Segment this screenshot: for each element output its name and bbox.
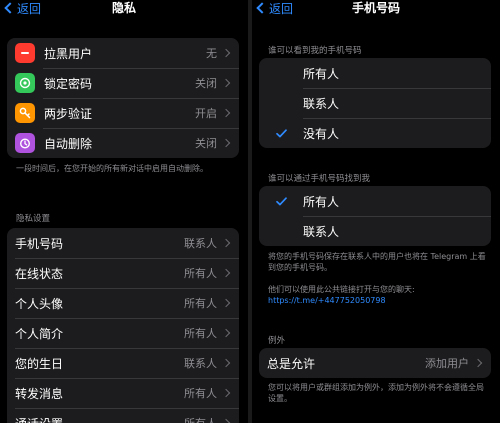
checkmark-icon [259, 128, 303, 138]
row-value: 所有人 [184, 415, 217, 423]
row-value: 联系人 [184, 237, 217, 250]
row-value: 所有人 [184, 267, 217, 280]
option-contacts[interactable]: 联系人 [259, 88, 491, 118]
row-phone-number[interactable]: 手机号码 联系人 [7, 228, 239, 258]
chevron-right-icon [221, 48, 231, 58]
option-label: 联系人 [303, 224, 340, 239]
row-label: 在线状态 [15, 266, 64, 281]
row-value: 无 [206, 47, 217, 60]
chevron-right-icon [221, 238, 231, 248]
privacy-settings-group: 手机号码 联系人 在线状态 所有人 个人头像 所有人 个人简介 所有人 您的生日… [7, 228, 239, 423]
row-value: 添加用户 [425, 357, 469, 370]
chevron-right-icon [473, 358, 483, 368]
chevron-right-icon [221, 418, 231, 423]
page-title: 手机号码 [351, 1, 400, 15]
phone-number-screen: 返回 手机号码 谁可以看到我的手机号码 所有人 联系人 没有人 谁可以通过手机号… [252, 0, 500, 423]
row-label: 个人简介 [15, 326, 64, 341]
option-everybody[interactable]: 所有人 [259, 58, 491, 88]
security-group: 拉黑用户 无 锁定密码 关闭 两步验证 开启 自动删除 关闭 [7, 38, 239, 158]
row-auto-delete[interactable]: 自动删除 关闭 [7, 128, 239, 158]
row-label: 通话设置 [7, 415, 184, 423]
row-value: 所有人 [184, 387, 217, 400]
who-can-see-header: 谁可以看到我的手机号码 [268, 46, 362, 56]
row-label: 手机号码 [15, 236, 64, 251]
find-by-number-note: 将您的手机号码保存在联系人中的用户也将在 Telegram 上看到您的手机号码。 [268, 252, 486, 272]
row-bio[interactable]: 个人简介 所有人 [7, 318, 239, 348]
row-label: 锁定密码 [44, 76, 93, 91]
exceptions-header: 例外 [268, 336, 286, 346]
timer-icon [15, 133, 35, 153]
page-title: 隐私 [111, 1, 136, 15]
row-two-step-verification[interactable]: 两步验证 开启 [7, 98, 239, 128]
row-always-allow[interactable]: 总是允许 添加用户 [259, 348, 491, 378]
option-label: 联系人 [303, 96, 340, 111]
option-label: 所有人 [303, 66, 340, 81]
public-link-caption: 他们可以使用此公共链接打开与您的聊天: [268, 285, 415, 294]
nav-bar: 返回 手机号码 [252, 0, 500, 18]
who-can-see-group: 所有人 联系人 没有人 [259, 58, 491, 148]
row-label: 转发消息 [15, 386, 64, 401]
row-forwarded-messages[interactable]: 转发消息 所有人 [7, 378, 239, 408]
row-calls[interactable]: 通话设置 所有人 [7, 408, 239, 423]
option-everybody[interactable]: 所有人 [259, 186, 491, 216]
option-nobody[interactable]: 没有人 [259, 118, 491, 148]
chevron-right-icon [221, 108, 231, 118]
find-by-number-header: 谁可以通过手机号码找到我 [268, 174, 371, 184]
row-label: 自动删除 [44, 136, 93, 151]
chevron-right-icon [221, 138, 231, 148]
key-icon [15, 103, 35, 123]
nav-bar: 返回 隐私 [0, 0, 248, 18]
auto-delete-note: 一段时间后，在您开始的所有新对话中启用自动删除。 [16, 164, 208, 173]
row-blocked-users[interactable]: 拉黑用户 无 [7, 38, 239, 68]
option-contacts[interactable]: 联系人 [259, 216, 491, 246]
row-birthday[interactable]: 您的生日 联系人 [7, 348, 239, 378]
chevron-right-icon [221, 388, 231, 398]
row-label: 拉黑用户 [44, 46, 93, 61]
lock-passcode-icon [15, 73, 35, 93]
row-value: 所有人 [184, 327, 217, 340]
chevron-right-icon [221, 298, 231, 308]
option-label: 没有人 [303, 126, 340, 141]
row-value: 关闭 [195, 77, 217, 90]
option-label: 所有人 [303, 194, 340, 209]
row-online-status[interactable]: 在线状态 所有人 [7, 258, 239, 288]
checkmark-icon [259, 196, 303, 206]
row-value: 开启 [195, 107, 217, 120]
find-by-number-group: 所有人 联系人 [259, 186, 491, 246]
row-profile-photo[interactable]: 个人头像 所有人 [7, 288, 239, 318]
row-label: 两步验证 [44, 106, 93, 121]
privacy-screen: 返回 隐私 拉黑用户 无 锁定密码 关闭 两步验证 开启 自动删除 关闭 一段时… [0, 0, 248, 423]
row-value: 关闭 [195, 137, 217, 150]
exceptions-group: 总是允许 添加用户 [259, 348, 491, 378]
chevron-right-icon [221, 78, 231, 88]
chevron-right-icon [221, 268, 231, 278]
row-label: 您的生日 [15, 356, 64, 371]
row-label: 个人头像 [15, 296, 64, 311]
minus-circle-icon [15, 43, 35, 63]
row-passcode-lock[interactable]: 锁定密码 关闭 [7, 68, 239, 98]
chevron-right-icon [221, 358, 231, 368]
public-link[interactable]: https://t.me/+447752050798 [268, 295, 486, 306]
privacy-section-header: 隐私设置 [16, 214, 51, 224]
exceptions-note: 您可以将用户或群组添加为例外，添加为例外将不会遵循全局设置。 [268, 383, 484, 403]
chevron-right-icon [221, 328, 231, 338]
row-label: 总是允许 [267, 356, 316, 371]
row-value: 所有人 [184, 297, 217, 310]
public-link-note: 他们可以使用此公共链接打开与您的聊天: https://t.me/+447752… [268, 284, 486, 306]
row-value: 联系人 [184, 357, 217, 370]
